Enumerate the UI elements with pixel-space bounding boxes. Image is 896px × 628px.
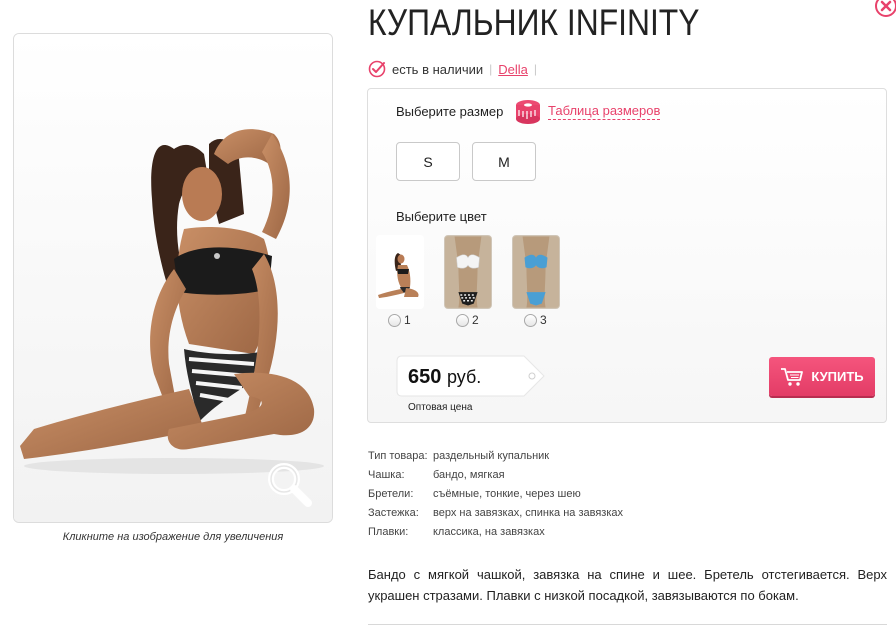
color-radio-label: 2 (472, 313, 479, 327)
radio-button[interactable] (524, 313, 537, 327)
spec-key: Чашка: (368, 469, 405, 481)
spec-row: Тип товара: раздельный купальник (368, 450, 623, 469)
white-bikini-thumb-icon (445, 236, 491, 308)
model-photo-thumb-icon (376, 235, 424, 309)
color-swatch-2[interactable] (444, 235, 492, 309)
image-caption: Кликните на изображение для увеличения (62, 531, 284, 543)
product-description: Бандо с мягкой чашкой, завязка на спине … (368, 567, 887, 603)
product-image[interactable] (13, 33, 333, 523)
size-table-link[interactable]: Таблица размеров (548, 103, 661, 120)
brand-link[interactable]: Della (498, 62, 528, 77)
color-swatch-1[interactable] (376, 235, 424, 309)
spec-value: раздельный купальник (433, 450, 550, 462)
spec-key: Бретели: (368, 488, 414, 500)
spec-table: Тип товара: раздельный купальник Чашка: … (368, 450, 623, 545)
spec-value: классика, на завязках (433, 526, 545, 538)
measuring-tape-icon[interactable] (514, 97, 542, 125)
price-value: 650 (408, 366, 442, 388)
radio-button[interactable] (388, 313, 401, 327)
size-option-s[interactable]: S (396, 142, 460, 181)
color-radio-label: 3 (540, 313, 547, 327)
color-radio-1[interactable]: 1 (388, 313, 411, 327)
spec-key: Плавки: (368, 526, 409, 538)
color-radio-3[interactable]: 3 (524, 313, 547, 327)
product-photo[interactable] (14, 34, 332, 522)
stock-status: есть в наличии (392, 61, 484, 77)
radio-button[interactable] (456, 313, 469, 327)
magnifier-icon[interactable] (264, 459, 314, 509)
spec-key: Тип товара: (368, 450, 428, 462)
spec-value: верх на завязках, спинка на завязках (433, 507, 624, 519)
spec-row: Плавки: классика, на завязках (368, 526, 623, 545)
close-icon[interactable] (874, 0, 896, 18)
buy-button-label: КУПИТЬ (811, 369, 864, 384)
price: 650 руб. (408, 366, 481, 389)
product-title: КУПАЛЬНИК INFINITY (368, 2, 700, 43)
divider (368, 624, 887, 625)
spec-key: Застежка: (368, 507, 419, 519)
color-radio-2[interactable]: 2 (456, 313, 479, 327)
color-swatch-3[interactable] (512, 235, 560, 309)
spec-row: Бретели: съёмные, тонкие, через шею (368, 488, 623, 507)
spec-value: съёмные, тонкие, через шею (433, 488, 581, 500)
color-label: Выберите цвет (396, 209, 487, 224)
separator: | (533, 62, 538, 76)
spec-row: Застежка: верх на завязках, спинка на за… (368, 507, 623, 526)
price-currency: руб. (446, 367, 482, 387)
spec-value: бандо, мягкая (433, 469, 505, 481)
size-label: Выберите размер (396, 104, 504, 119)
stock-status-row: есть в наличии | Della | (368, 60, 543, 78)
cart-icon (781, 367, 804, 386)
check-circle-icon (368, 60, 386, 78)
price-tag: 650 руб. (396, 355, 546, 397)
separator: | (489, 62, 493, 76)
spec-row: Чашка: бандо, мягкая (368, 469, 623, 488)
options-panel: Выберите размер Таблица размеров S M Выб… (367, 88, 887, 423)
buy-button[interactable]: КУПИТЬ (769, 357, 875, 396)
color-radio-label: 1 (404, 313, 411, 327)
size-option-m[interactable]: M (472, 142, 536, 181)
wholesale-price-label: Оптовая цена (408, 402, 473, 413)
blue-bikini-thumb-icon (513, 236, 559, 308)
